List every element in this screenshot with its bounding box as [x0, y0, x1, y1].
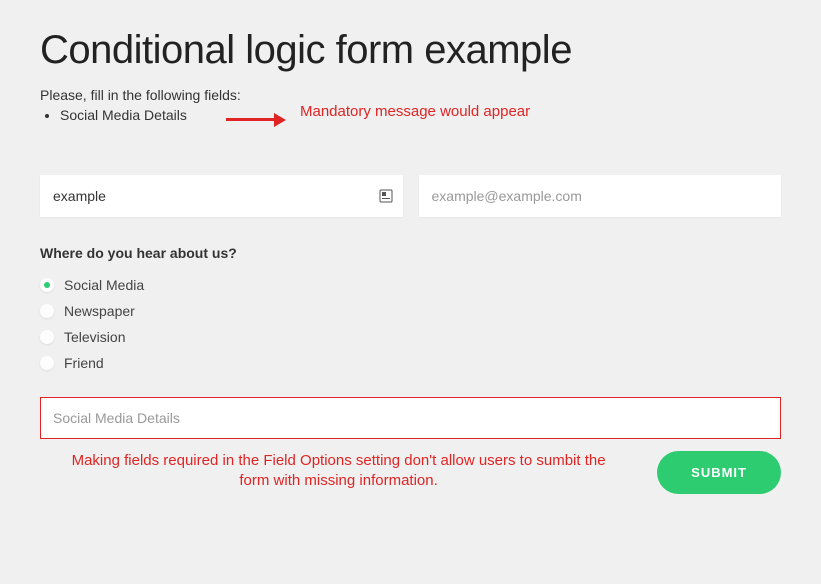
page-title: Conditional logic form example — [40, 28, 781, 73]
name-field-wrap — [40, 175, 403, 217]
annotation-bottom: Making fields required in the Field Opti… — [40, 451, 637, 492]
radio-group: Social Media Newspaper Television Friend — [40, 277, 781, 371]
radio-label: Social Media — [64, 277, 144, 293]
radio-label: Friend — [64, 355, 104, 371]
submit-button[interactable]: SUBMIT — [657, 451, 781, 494]
contact-card-icon — [379, 189, 393, 203]
radio-icon — [40, 304, 54, 318]
radio-icon — [40, 356, 54, 370]
radio-icon — [40, 330, 54, 344]
social-media-details-input[interactable] — [40, 397, 781, 439]
radio-social-media[interactable]: Social Media — [40, 277, 781, 293]
radio-friend[interactable]: Friend — [40, 355, 781, 371]
annotation-top: Mandatory message would appear — [300, 103, 530, 120]
instruction-text: Please, fill in the following fields: — [40, 87, 781, 103]
arrow-right-icon — [226, 111, 286, 129]
input-row — [40, 175, 781, 217]
radio-newspaper[interactable]: Newspaper — [40, 303, 781, 319]
email-field-wrap — [419, 175, 782, 217]
form-card: Conditional logic form example Please, f… — [18, 18, 803, 494]
annotation-arrow-wrap: Mandatory message would appear — [40, 123, 781, 159]
question-label: Where do you hear about us? — [40, 245, 781, 261]
footer-row: Making fields required in the Field Opti… — [40, 451, 781, 494]
radio-label: Newspaper — [64, 303, 135, 319]
radio-label: Television — [64, 329, 125, 345]
radio-television[interactable]: Television — [40, 329, 781, 345]
name-input[interactable] — [40, 175, 403, 217]
radio-icon — [40, 278, 54, 292]
email-input[interactable] — [419, 175, 782, 217]
